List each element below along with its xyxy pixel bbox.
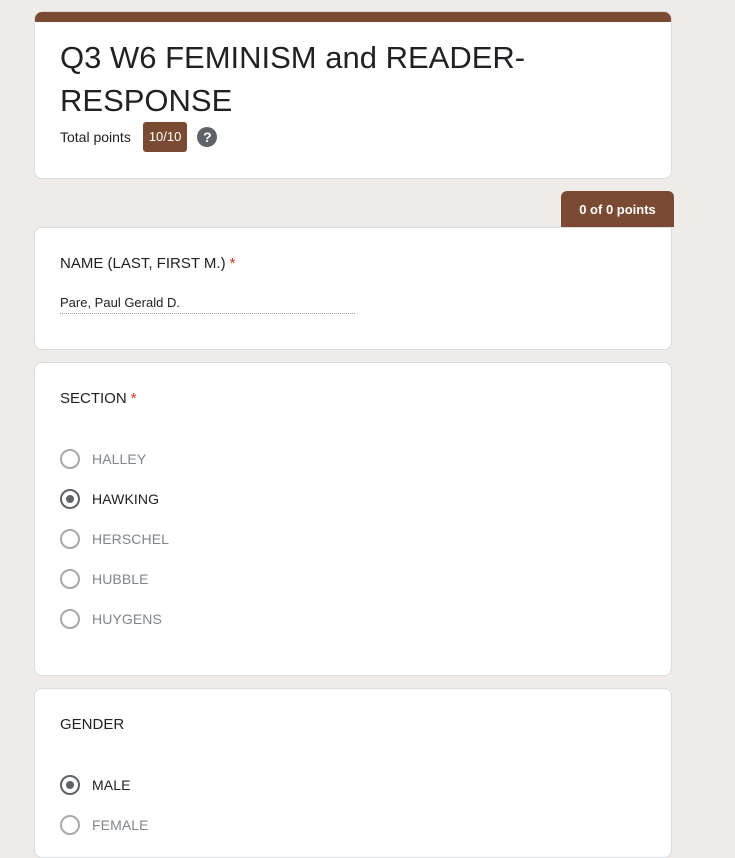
section-question-card: SECTION * HALLEY HAWKING HERSCHEL HUBBLE …: [34, 362, 672, 676]
help-icon[interactable]: ?: [197, 127, 218, 147]
section-option-herschel[interactable]: HERSCHEL: [60, 529, 169, 549]
form-header-card: Q3 W6 FEMINISM and READER-RESPONSE Total…: [34, 11, 672, 179]
radio-unchecked-icon[interactable]: [60, 529, 80, 549]
form-title: Q3 W6 FEMINISM and READER-RESPONSE: [60, 40, 526, 118]
name-question-card: NAME (LAST, FIRST M.) * Pare, Paul Gerald…: [34, 227, 672, 350]
name-question-title: NAME (LAST, FIRST M.) *: [60, 255, 235, 272]
total-points-row: Total points 10/10 ?: [60, 122, 218, 152]
option-label: FEMALE: [92, 817, 149, 833]
gender-question-title: GENDER: [60, 716, 125, 733]
radio-unchecked-icon[interactable]: [60, 569, 80, 589]
option-label: HERSCHEL: [92, 531, 170, 547]
radio-unchecked-icon[interactable]: [60, 815, 80, 835]
section-option-huygens[interactable]: HUYGENS: [60, 609, 162, 629]
radio-unchecked-icon[interactable]: [60, 449, 80, 469]
radio-unchecked-icon[interactable]: [60, 609, 80, 629]
option-label: MALE: [92, 777, 131, 793]
option-label: HUYGENS: [92, 611, 162, 627]
option-label: HUBBLE: [92, 571, 149, 587]
total-points-label: Total points: [60, 129, 131, 145]
section-question-title: SECTION *: [60, 390, 137, 407]
section-question-label: SECTION: [60, 390, 127, 407]
section-option-hawking[interactable]: HAWKING: [60, 489, 159, 509]
required-asterisk: *: [130, 390, 137, 407]
header-accent-stripe: [35, 12, 671, 22]
name-question-label: NAME (LAST, FIRST M.): [60, 255, 226, 272]
gender-question-card: GENDER MALE FEMALE: [34, 688, 672, 858]
radio-checked-icon[interactable]: [60, 775, 80, 795]
name-answer: Pare, Paul Gerald D.: [60, 295, 355, 314]
gender-option-female[interactable]: FEMALE: [60, 815, 149, 835]
option-label: HALLEY: [92, 451, 147, 467]
radio-checked-icon[interactable]: [60, 489, 80, 509]
total-points-badge: 10/10: [142, 122, 188, 152]
required-asterisk: *: [229, 255, 236, 272]
option-label: HAWKING: [92, 491, 160, 507]
section-option-halley[interactable]: HALLEY: [60, 449, 146, 469]
gender-option-male[interactable]: MALE: [60, 775, 131, 795]
section-option-hubble[interactable]: HUBBLE: [60, 569, 149, 589]
question-points-tab: 0 of 0 points: [561, 191, 674, 227]
